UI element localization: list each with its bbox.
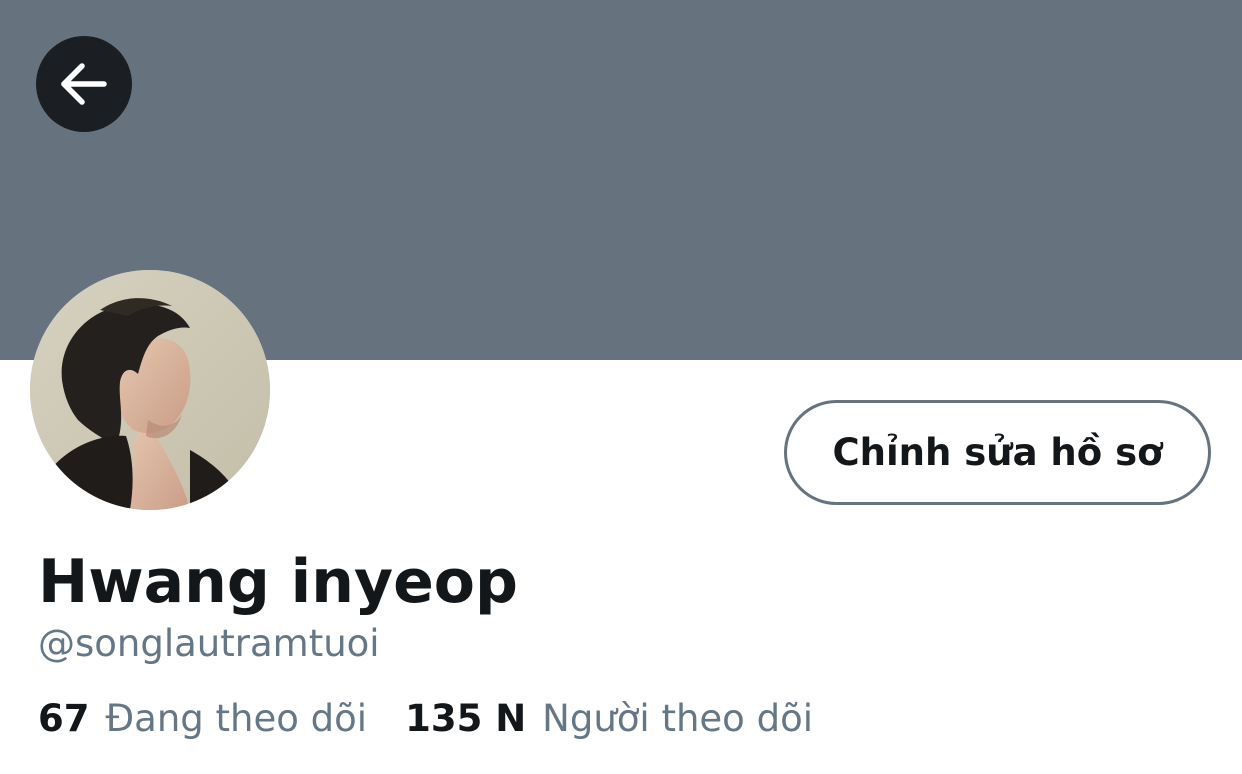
edit-profile-button[interactable]: Chỉnh sửa hồ sơ <box>784 400 1211 505</box>
display-name: Hwang inyeop <box>38 547 518 617</box>
user-handle: @songlautramtuoi <box>38 622 380 665</box>
profile-page: Chỉnh sửa hồ sơ Hwang inyeop @songlautra… <box>0 0 1242 774</box>
followers-stat[interactable]: 135 N Người theo dõi <box>405 697 813 740</box>
profile-stats: 67 Đang theo dõi 135 N Người theo dõi <box>38 694 813 742</box>
avatar[interactable] <box>30 270 270 510</box>
arrow-left-icon <box>61 63 107 105</box>
following-count: 67 <box>38 696 90 740</box>
back-button[interactable] <box>36 36 132 132</box>
following-label: Đang theo dõi <box>105 696 368 740</box>
followers-label: Người theo dõi <box>542 696 813 740</box>
avatar-photo <box>30 270 270 510</box>
followers-count: 135 N <box>405 696 527 740</box>
following-stat[interactable]: 67 Đang theo dõi <box>38 697 367 740</box>
